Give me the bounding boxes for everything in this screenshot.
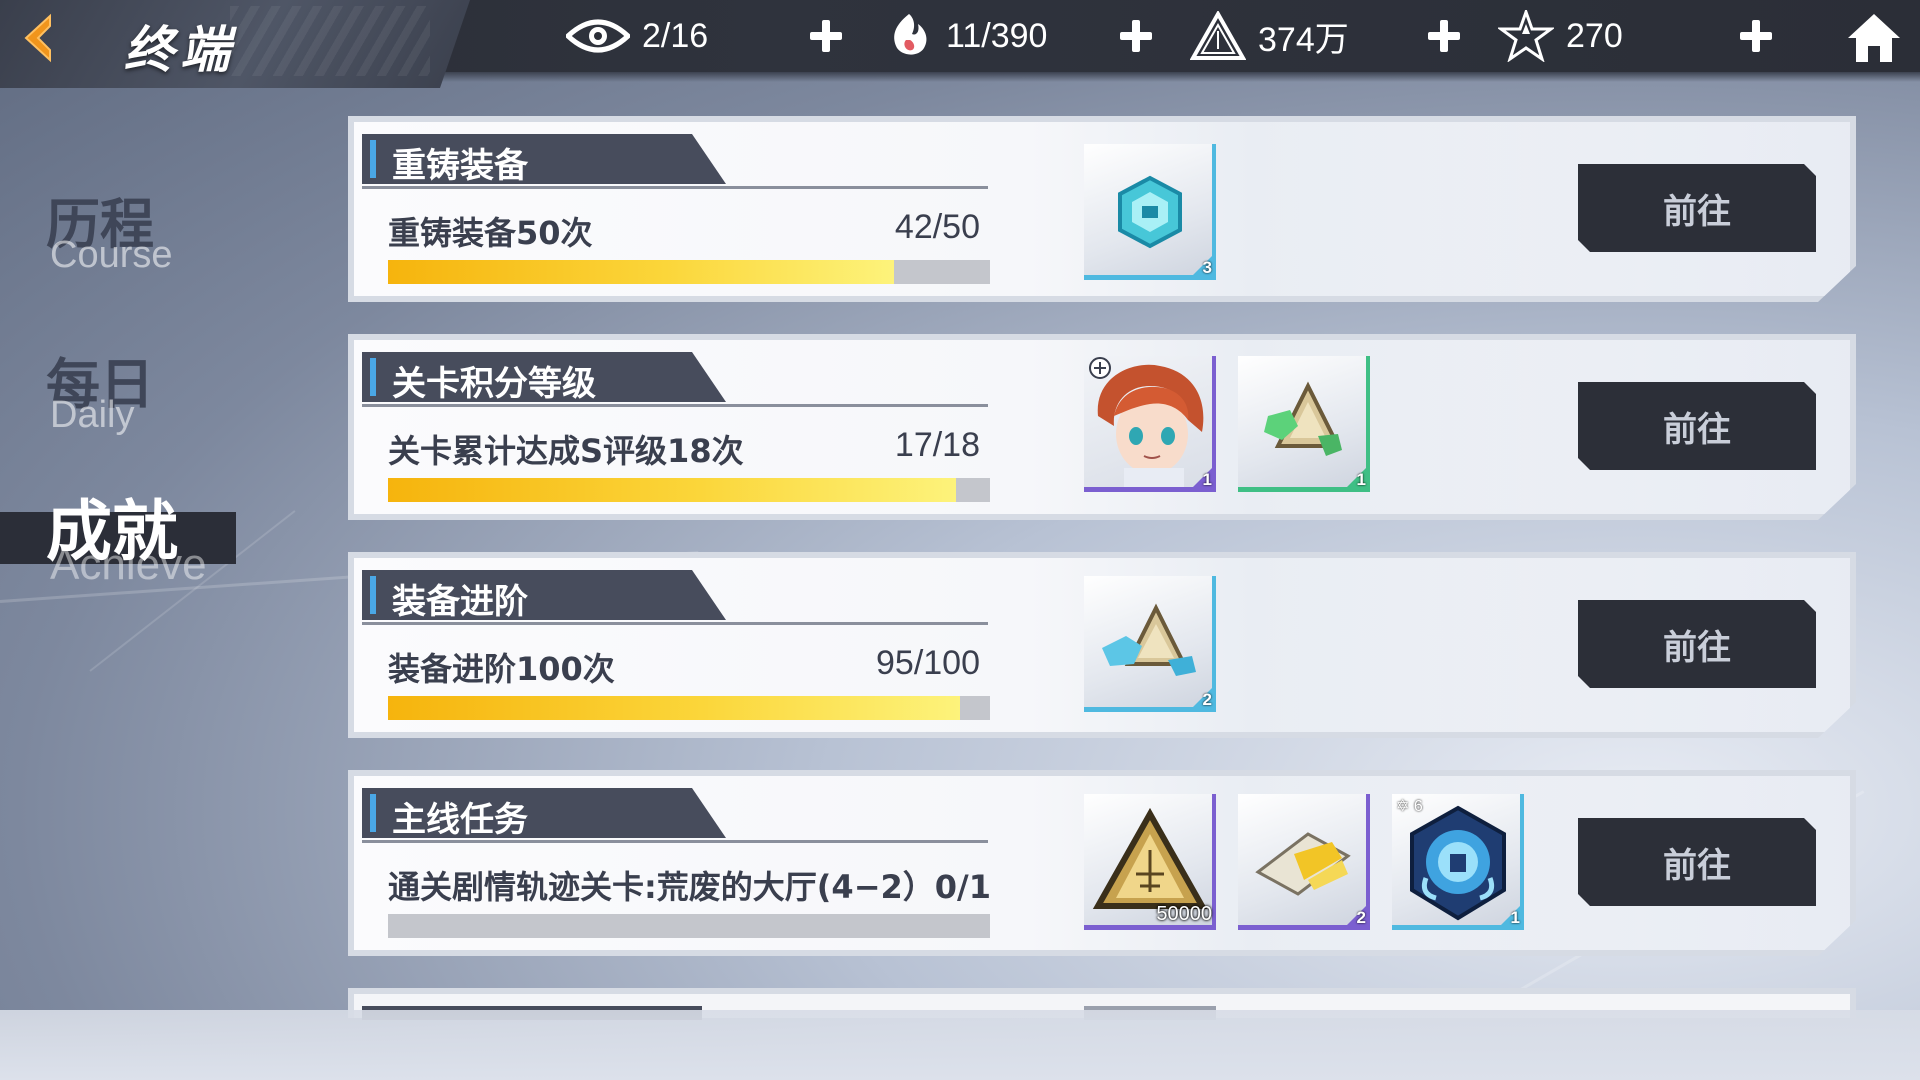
card-description: 关卡累计达成S评级18次 (388, 432, 744, 470)
go-button-label: 前往 (1663, 410, 1731, 450)
card-title: 关卡积分等级 (392, 364, 596, 404)
achievement-card: 关卡积分等级 关卡累计达成S评级18次 17/18 1 1 前往 (348, 334, 1856, 520)
star-badge: ✡ 6 (1396, 798, 1423, 815)
go-button[interactable]: 前往 (1578, 382, 1816, 470)
progress-bar (388, 914, 990, 938)
card-description: 装备进阶100次 (388, 650, 615, 688)
go-button[interactable]: 前往 (1578, 818, 1816, 906)
page-title: 终端 (124, 21, 236, 79)
reward-quantity: 50000 (1156, 903, 1212, 925)
card-progress-count: 42/50 (894, 208, 980, 246)
add-flame-button[interactable] (1116, 16, 1156, 56)
resource-value: 374万 (1258, 20, 1349, 59)
reward-quantity: 2 (1202, 690, 1212, 709)
sidebar-item-achieve[interactable]: 成就 Achieve (0, 478, 300, 589)
achievement-card: 重铸装备 重铸装备50次 42/50 3 前往 (348, 116, 1856, 302)
home-button[interactable] (1846, 10, 1902, 66)
reward-quantity: 2 (1356, 908, 1366, 927)
go-button[interactable]: 前往 (1578, 164, 1816, 252)
star-crystal-icon (1498, 10, 1554, 62)
resource-star: 270 (1498, 8, 1623, 64)
progress-bar (388, 260, 990, 284)
reward-item[interactable]: 2 (1238, 794, 1370, 930)
green-crystal-triangle-icon (1264, 381, 1342, 456)
reward-item[interactable]: 2 (1084, 576, 1216, 712)
gold-ticket-icon (1255, 832, 1351, 896)
reward-item[interactable]: ✡ 6 1 (1392, 794, 1524, 930)
resource-eye: 2/16 (566, 8, 708, 64)
go-button-label: 前往 (1663, 628, 1731, 668)
resource-value: 2/16 (642, 16, 709, 55)
go-button-label: 前往 (1663, 192, 1731, 232)
progress-fill (388, 478, 957, 502)
card-description: 重铸装备50次 (388, 214, 593, 252)
card-header: 重铸装备 (362, 134, 726, 184)
reward-quantity: 1 (1356, 470, 1366, 489)
triangle-coin-icon (1190, 11, 1246, 60)
character-portrait-icon (1089, 357, 1204, 492)
go-button[interactable]: 前往 (1578, 600, 1816, 688)
reward-item[interactable]: 50000 (1084, 794, 1216, 930)
card-header: 主线任务 (362, 788, 726, 838)
sidebar-item-sublabel: Achieve (50, 540, 207, 589)
flame-hand-icon (894, 14, 927, 55)
card-title: 重铸装备 (392, 146, 528, 186)
card-title: 主线任务 (392, 800, 528, 840)
progress-fill (388, 260, 894, 284)
add-star-button[interactable] (1736, 16, 1776, 56)
card-description: 通关剧情轨迹关卡:荒废的大厅(4−2）0/1 (388, 868, 991, 906)
achievement-card: 装备进阶 装备进阶100次 95/100 2 前往 (348, 552, 1856, 738)
home-icon (1848, 14, 1900, 62)
go-button-label: 前往 (1663, 846, 1731, 886)
cyan-chip-icon (1118, 175, 1182, 249)
back-arrow-icon (24, 13, 51, 63)
add-eye-button[interactable] (806, 16, 846, 56)
resource-coin: 374万 (1190, 8, 1349, 64)
reward-item[interactable]: 1 (1238, 356, 1370, 492)
sidebar-item-sublabel: Daily (50, 394, 135, 436)
sidebar-item-daily[interactable]: 每日 Daily (0, 340, 300, 440)
add-coin-button[interactable] (1424, 16, 1464, 56)
reward-quantity: 3 (1202, 258, 1212, 277)
card-title: 装备进阶 (392, 582, 528, 622)
achievement-card: 主线任务 通关剧情轨迹关卡:荒废的大厅(4−2）0/1 50000 2 ✡ 6 … (348, 770, 1856, 956)
card-progress-count: 17/18 (894, 426, 980, 464)
sidebar-item-sublabel: Course (50, 234, 173, 276)
back-button[interactable] (16, 12, 68, 64)
reward-item[interactable]: 1 (1084, 356, 1216, 492)
eye-icon (566, 19, 630, 53)
resource-value: 11/390 (946, 16, 1048, 55)
resource-flame: 11/390 (884, 8, 1047, 64)
card-header: 装备进阶 (362, 570, 726, 620)
resource-value: 270 (1566, 16, 1623, 55)
reward-item[interactable]: 3 (1084, 144, 1216, 280)
reward-quantity: 1 (1510, 908, 1520, 927)
card-header: 关卡积分等级 (362, 352, 726, 402)
reward-quantity: 1 (1202, 470, 1212, 489)
card-progress-count: 95/100 (876, 644, 980, 682)
progress-bar (388, 696, 990, 720)
blue-crystal-triangle-icon (1102, 603, 1196, 676)
star-badge-value: 6 (1413, 798, 1423, 815)
progress-bar (388, 478, 990, 502)
progress-fill (388, 696, 960, 720)
bottom-fade (0, 1010, 1920, 1080)
sidebar-item-course[interactable]: 历程 Course (0, 180, 300, 280)
